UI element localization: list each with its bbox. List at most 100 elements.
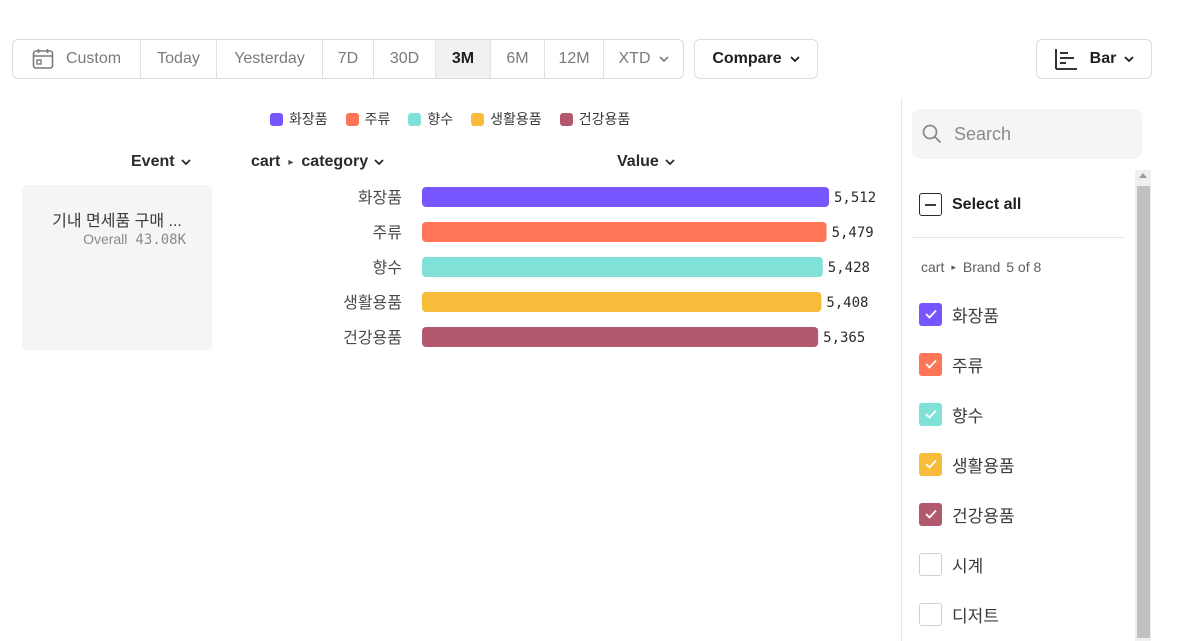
chart-legend: 화장품 주류 향수 생활용품 건강용품: [270, 109, 648, 129]
legend-swatch: [345, 112, 359, 126]
bar[interactable]: [422, 327, 819, 347]
checkbox-checked-icon: [919, 302, 942, 326]
category-label: 향수: [373, 258, 402, 277]
category-label: 화장품: [358, 188, 402, 207]
chevron-down-icon: [790, 56, 800, 62]
filter-item[interactable]: 디저트: [919, 602, 999, 626]
range-custom-button[interactable]: Custom: [13, 40, 141, 78]
range-yesterday-button[interactable]: Yesterday: [217, 40, 323, 78]
value-label: 5,428: [828, 260, 870, 276]
compare-button[interactable]: Compare: [694, 39, 818, 79]
divider: [912, 237, 1125, 238]
indeterminate-icon: [919, 193, 942, 216]
checkbox-checked-icon: [919, 452, 942, 476]
filter-item[interactable]: 시계: [919, 552, 983, 576]
range-30d-label: 30D: [389, 50, 420, 67]
range-7d-label: 7D: [337, 50, 359, 67]
calendar-icon: [32, 48, 54, 70]
legend-item[interactable]: 향수: [408, 109, 453, 129]
checkbox-unchecked-icon: [919, 602, 942, 626]
group-prefix: cart: [921, 259, 945, 275]
range-30d-button[interactable]: 30D: [374, 40, 436, 78]
value-label: 5,479: [832, 225, 874, 241]
filter-item[interactable]: 건강용품: [919, 502, 1015, 526]
breakdown-prefix-label: cart: [251, 153, 281, 170]
filter-item[interactable]: 향수: [919, 402, 983, 426]
checkbox-checked-icon: [919, 352, 942, 376]
legend-item[interactable]: 주류: [345, 109, 391, 129]
range-3m-label: 3M: [451, 50, 475, 67]
chevron-down-icon: [374, 159, 384, 165]
scroll-up-arrow[interactable]: [1138, 172, 1148, 182]
category-label: 생활용품: [343, 293, 402, 312]
caret-right-icon: ▸: [951, 261, 956, 272]
overall-label: Overall: [83, 231, 128, 247]
range-12m-label: 12M: [558, 50, 590, 67]
date-range-selector: Custom Today Yesterday 7D 30D 3M 6M 12M …: [12, 39, 684, 79]
overall-value: 43.08K: [135, 232, 186, 248]
category-label: 주류: [373, 223, 402, 242]
range-xtd-label: XTD: [618, 50, 651, 67]
checkbox-checked-icon: [919, 402, 942, 426]
category-label: 건강용품: [343, 328, 402, 347]
range-xtd-button[interactable]: XTD: [604, 40, 683, 78]
legend-label: 건강용품: [578, 111, 631, 127]
select-all-label: Select all: [952, 195, 1022, 213]
search-icon: [922, 124, 942, 144]
filter-item-label: 생활용품: [952, 456, 1015, 476]
value-label: 5,408: [826, 295, 868, 311]
breakdown-column-header[interactable]: cart ▸ category: [251, 151, 384, 173]
event-column-header[interactable]: Event: [131, 151, 191, 173]
legend-swatch: [559, 112, 573, 126]
range-7d-button[interactable]: 7D: [323, 40, 374, 78]
event-column-label: Event: [131, 153, 175, 170]
range-6m-label: 6M: [506, 50, 529, 67]
visualization-type-button[interactable]: Bar: [1036, 39, 1152, 79]
legend-item[interactable]: 생활용품: [471, 109, 542, 129]
search-input[interactable]: [954, 123, 1124, 145]
chevron-down-icon: [180, 159, 191, 165]
legend-item[interactable]: 건강용품: [559, 109, 631, 129]
bar[interactable]: [422, 257, 823, 277]
checkbox-unchecked-icon: [919, 552, 942, 576]
bar[interactable]: [422, 292, 822, 312]
caret-right-icon: ▸: [288, 156, 294, 168]
visualization-type-label: Bar: [1089, 50, 1117, 67]
event-overall: Overall 43.08K: [83, 231, 186, 248]
legend-swatch: [408, 112, 422, 126]
chevron-down-icon: [665, 159, 675, 165]
filter-item[interactable]: 화장품: [919, 302, 999, 326]
legend-label: 주류: [364, 111, 391, 127]
search-box: [912, 109, 1142, 159]
breakdown-property-label: category: [301, 153, 369, 170]
chevron-down-icon: [1124, 56, 1134, 62]
value-column-label: Value: [617, 153, 659, 170]
filter-group-label: cart ▸ Brand 5 of 8: [921, 259, 1041, 275]
event-name: 기내 면세품 구매 ...: [52, 213, 182, 230]
legend-label: 화장품: [289, 111, 328, 127]
event-card[interactable]: 기내 면세품 구매 ... Overall 43.08K: [22, 185, 212, 350]
legend-swatch: [270, 112, 283, 126]
filter-item-label: 디저트: [952, 606, 999, 626]
legend-item[interactable]: 화장품: [270, 109, 328, 129]
panel-divider: [901, 98, 902, 641]
range-yesterday-label: Yesterday: [234, 50, 305, 67]
filter-item[interactable]: 주류: [919, 352, 983, 376]
range-12m-button[interactable]: 12M: [545, 40, 604, 78]
filter-item-label: 향수: [952, 406, 984, 426]
compare-label: Compare: [712, 50, 782, 67]
range-today-label: Today: [157, 50, 200, 67]
filter-item-label: 건강용품: [952, 506, 1015, 526]
bar-chart: 화장품 5,512 주류 5,479 향수 5,428 생활용품 5,408 건강용품 5,365: [343, 187, 876, 347]
bar[interactable]: [422, 187, 829, 207]
scrollbar-thumb[interactable]: [1137, 186, 1150, 638]
value-column-header[interactable]: Value: [617, 151, 675, 173]
select-all-checkbox[interactable]: Select all: [919, 193, 1021, 216]
range-3m-button[interactable]: 3M: [436, 40, 491, 78]
range-6m-button[interactable]: 6M: [491, 40, 545, 78]
range-today-button[interactable]: Today: [141, 40, 217, 78]
filter-item-label: 주류: [952, 356, 984, 376]
bar[interactable]: [422, 222, 827, 242]
legend-swatch: [471, 112, 485, 126]
filter-item[interactable]: 생활용품: [919, 452, 1015, 476]
